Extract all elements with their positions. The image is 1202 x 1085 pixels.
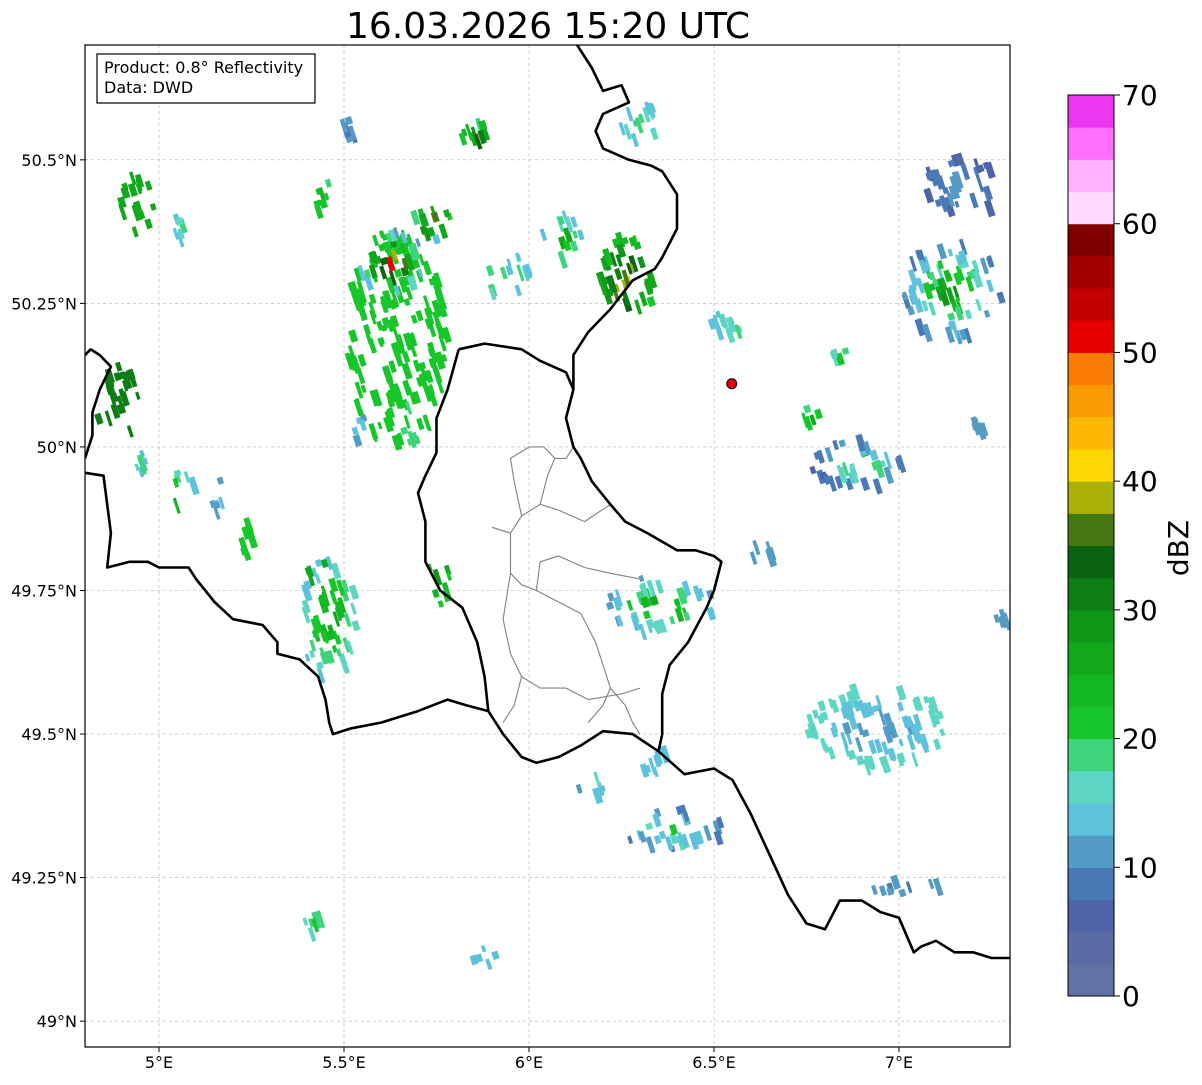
colorbar-tick-label-3: 30	[1122, 594, 1158, 627]
colorbar-swatch-24	[1068, 191, 1114, 225]
colorbar-swatch-15	[1068, 481, 1114, 514]
colorbar-swatch-11	[1068, 609, 1114, 643]
lat-tick-label-2: 50°N	[37, 438, 77, 457]
colorbar-swatch-21	[1068, 288, 1114, 321]
colorbar-swatch-23	[1068, 223, 1114, 257]
colorbar-swatch-16	[1068, 448, 1114, 482]
colorbar-swatch-9	[1068, 674, 1114, 707]
lon-tick-label-4: 7°E	[885, 1053, 913, 1072]
colorbar-swatch-6	[1068, 770, 1114, 804]
colorbar: 0 10 20 30 40 50 60 70 dBZ	[1067, 79, 1195, 1013]
map-plot-area	[84, 44, 1011, 1048]
colorbar-swatch-26	[1068, 127, 1114, 160]
lat-tick-label-0: 50.5°N	[21, 151, 77, 170]
colorbar-swatch-20	[1068, 320, 1114, 353]
colorbar-tick-label-2: 20	[1122, 723, 1158, 756]
info-data-text: Data: DWD	[104, 78, 193, 97]
colorbar-swatch-17	[1068, 416, 1114, 450]
colorbar-swatch-27	[1068, 95, 1114, 128]
latitude-tick-labels: 50.5°N 50.25°N 50°N 49.75°N 49.5°N 49.25°N 49°…	[11, 151, 85, 1031]
colorbar-swatch-13	[1068, 545, 1114, 579]
colorbar-swatch-5	[1068, 802, 1114, 836]
colorbar-swatch-3	[1068, 867, 1114, 900]
lon-tick-label-2: 6°E	[515, 1053, 543, 1072]
colorbar-swatch-10	[1068, 642, 1114, 675]
colorbar-tick-label-7: 70	[1122, 79, 1158, 112]
lat-tick-label-4: 49.5°N	[21, 725, 77, 744]
colorbar-swatch-18	[1068, 384, 1114, 418]
colorbar-swatch-1	[1068, 931, 1114, 965]
lat-tick-label-6: 49°N	[37, 1012, 77, 1031]
map-background	[85, 45, 1010, 1047]
lon-tick-label-3: 6.5°E	[692, 1053, 736, 1072]
figure-canvas: 16.03.2026 15:20 UTC Product: 0.8° Refle…	[11, 6, 1195, 1072]
colorbar-tick-label-1: 10	[1122, 851, 1158, 884]
colorbar-tick-label-0: 0	[1122, 980, 1140, 1013]
colorbar-tick-label-6: 60	[1122, 208, 1158, 241]
lon-tick-label-1: 5.5°E	[322, 1053, 366, 1072]
lon-tick-label-0: 5°E	[145, 1053, 173, 1072]
lat-tick-label-1: 50.25°N	[11, 294, 77, 313]
colorbar-swatch-25	[1068, 159, 1114, 193]
radar-site-marker	[726, 378, 738, 390]
colorbar-tick-label-4: 40	[1122, 465, 1158, 498]
map-title: 16.03.2026 15:20 UTC	[346, 6, 750, 47]
colorbar-tick-labels: 0 10 20 30 40 50 60 70	[1114, 79, 1158, 1013]
colorbar-swatch-2	[1068, 899, 1114, 933]
colorbar-swatch-7	[1068, 738, 1114, 772]
info-product-text: Product: 0.8° Reflectivity	[104, 58, 303, 77]
colorbar-tick-label-5: 50	[1122, 336, 1158, 369]
colorbar-swatch-0	[1068, 963, 1114, 997]
lat-tick-label-3: 49.75°N	[11, 582, 77, 601]
colorbar-swatch-19	[1068, 352, 1114, 386]
colorbar-swatch-4	[1068, 835, 1114, 868]
colorbar-swatch-14	[1068, 513, 1114, 546]
lat-tick-label-5: 49.25°N	[11, 869, 77, 888]
colorbar-swatches	[1068, 95, 1114, 997]
echo-pixel	[1009, 613, 1010, 632]
colorbar-swatch-12	[1068, 577, 1114, 611]
radar-map-figure: 16.03.2026 15:20 UTC Product: 0.8° Refle…	[0, 0, 1202, 1081]
info-box: Product: 0.8° Reflectivity Data: DWD	[96, 53, 316, 104]
longitude-tick-labels: 5°E 5.5°E 6°E 6.5°E 7°E	[145, 1047, 913, 1072]
colorbar-swatch-8	[1068, 706, 1114, 740]
colorbar-swatch-22	[1068, 255, 1114, 289]
colorbar-label: dBZ	[1162, 520, 1195, 576]
